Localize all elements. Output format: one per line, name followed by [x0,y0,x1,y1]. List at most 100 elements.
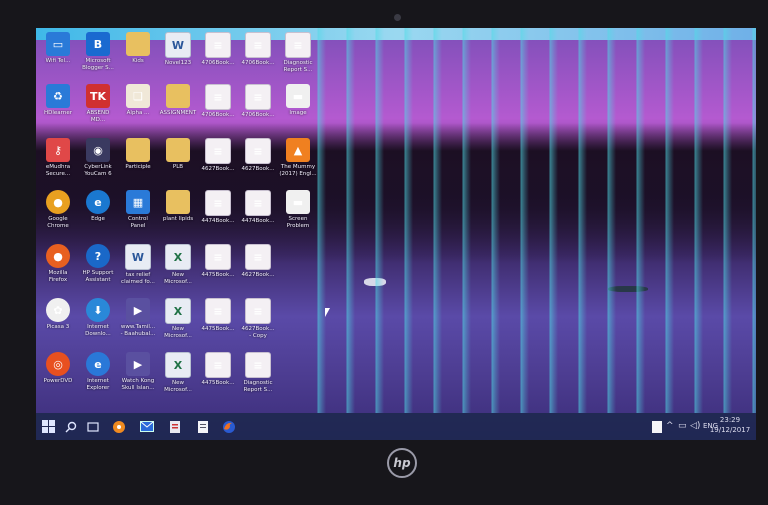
powerdvd-icon: ◎ [46,352,70,376]
volume-icon[interactable]: ◁) [690,421,700,431]
desktop-icon[interactable]: ≡ 4627Book... [196,138,240,193]
desktop-icon[interactable]: ≡ 4706Book... [196,84,240,139]
desktop-icon[interactable]: ◎ PowerDVD [36,352,80,407]
desktop-icon[interactable]: TK ABSEND MD... [76,84,120,139]
desktop-icon[interactable]: e Edge [76,190,120,245]
windows-icon[interactable] [40,418,57,435]
chevron-up-icon[interactable]: ^ [666,421,674,431]
desktop-icon[interactable]: ❑ Alpha ... [116,84,160,139]
desktop-icon[interactable]: ⬇ Internet Downlo... [76,298,120,353]
firefox-icon[interactable] [220,418,237,435]
network-icon[interactable]: ▭ [678,421,687,431]
desktop-icon[interactable]: ≡ 4627Book... [236,244,280,299]
document-icon: ≡ [245,298,271,324]
desktop-icon-label: New Microsof... [164,272,192,285]
desktop-icon[interactable]: ▦ Control Panel [116,190,160,245]
notification-app-icon[interactable] [648,418,665,435]
desktop-icon[interactable]: X New Microsof... [156,352,200,407]
desktop-icon[interactable]: PLB [156,138,200,193]
document-icon: ≡ [245,138,271,164]
desktop-icon-label: PowerDVD [43,378,73,384]
document-icon: ≡ [205,84,231,110]
desktop-icon-label: Screen Problem [286,216,310,229]
desktop-icon[interactable]: ≡ Diagnostic Report S... [236,352,280,407]
desktop-icon-label: CyberLink YouCam 6 [84,164,112,177]
word-doc-icon: W [165,32,191,58]
desktop-icon-label: eMudhra Secure... [45,164,71,177]
folder-icon [166,84,190,108]
desktop-icon-label: Wifi Tel... [45,58,71,64]
control-panel-icon: ▦ [126,190,150,214]
desktop-icon[interactable]: ≡ 4706Book... [236,84,280,139]
desktop-icon[interactable]: ≡ 4627Book... - Copy [236,298,280,353]
desktop-icon-label: Alpha ... [126,110,150,116]
desktop-icon[interactable]: ● Google Chrome [36,190,80,245]
desktop-icon[interactable]: ASSIGNMENT [156,84,200,139]
desktop-icon[interactable]: e Internet Explorer [76,352,120,407]
desktop-icon[interactable]: X New Microsof... [156,244,200,299]
desktop-icon[interactable]: Kids [116,32,160,87]
desktop-icon-label: Microsoft Blogger S... [82,58,114,71]
desktop-icon[interactable]: ≡ 4475Book... [196,298,240,353]
desktop-icon[interactable]: ▭ Wifi Tel... [36,32,80,87]
idm-icon: ⬇ [86,298,110,322]
desktop-icon[interactable]: W Novel123 [156,32,200,87]
desktop-icon[interactable]: ▬ Screen Problem [276,190,320,245]
desktop-icon[interactable]: ▬ Image [276,84,320,139]
desktop-icon[interactable]: ≡ Diagnostic Report S... [276,32,320,87]
desktop-icon[interactable]: B Microsoft Blogger S... [76,32,120,87]
key-icon: ⚷ [46,138,70,162]
desktop-icon[interactable]: ≡ 4627Book... [236,138,280,193]
image-icon: ▬ [286,190,310,214]
desktop-icon[interactable]: ✿ Picasa 3 [36,298,80,353]
desktop-icon[interactable]: ▶ Watch Kong Skull Islan... [116,352,160,407]
document-icon: ≡ [245,84,271,110]
desktop-icon[interactable]: ◉ CyberLink YouCam 6 [76,138,120,193]
desktop-icon[interactable]: ▲ The Mummy (2017) Engl... [276,138,320,193]
document-icon: ≡ [205,244,231,270]
desktop-icon-label: Kids [132,58,144,64]
document-icon: ≡ [205,298,231,324]
desktop-icon-label: Watch Kong Skull Islan... [121,378,155,391]
desktop-icon[interactable]: ≡ 4474Book... [236,190,280,245]
desktop-icon[interactable]: ≡ 4475Book... [196,352,240,407]
desktop-icon-label: Edge [91,216,105,222]
task-view-icon[interactable] [84,418,101,435]
image-icon: ▬ [286,84,310,108]
media-player-icon[interactable] [110,418,127,435]
desktop-icon[interactable]: ≡ 4706Book... [236,32,280,87]
desktop-icon[interactable]: X New Microsof... [156,298,200,353]
document-icon: ≡ [285,32,311,58]
desktop-icon-label: PLB [172,164,184,170]
desktop-icon[interactable]: ≡ 4706Book... [196,32,240,87]
desktop-icon[interactable]: ▶ www.Tamil... - Baahubal... [116,298,160,353]
desktop-icon[interactable]: ? HP Support Assistant [76,244,120,299]
desktop-icon[interactable]: ● Mozilla Firefox [36,244,80,299]
desktop-icon-label: New Microsof... [164,380,192,393]
desktop-icon-label: Novel123 [164,60,192,66]
desktop-icon-label: 4627Book... - Copy [241,326,275,339]
document-icon: ≡ [245,352,271,378]
desktop-icon[interactable]: plant lipids [156,190,200,245]
desktop-icon[interactable]: ≡ 4474Book... [196,190,240,245]
document-icon: ≡ [245,32,271,58]
desktop-icon[interactable]: Wtax relief claimed fo... [116,244,160,299]
document-icon: ≡ [205,138,231,164]
desktop-icon-label: 4706Book... [201,112,235,118]
mail-icon[interactable] [138,418,155,435]
desktop-icon[interactable]: ≡ 4475Book... [196,244,240,299]
folder-icon [126,32,150,56]
hp-logo: hp [387,448,417,478]
search-icon[interactable] [62,418,79,435]
desktop-icon[interactable]: ⚷ eMudhra Secure... [36,138,80,193]
book-icon: ❑ [126,84,150,108]
desktop-icon-label: 4474Book... [241,218,275,224]
desktop-icon-label: The Mummy (2017) Engl... [279,164,317,177]
desktop-icon-label: tax relief claimed fo... [121,272,155,285]
office-icon[interactable] [166,418,183,435]
desktop-icon[interactable]: Participle [116,138,160,193]
screen: ▭ Wifi Tel... B Microsoft Blogger S... Kids W… [36,28,756,440]
document-icon[interactable] [194,418,211,435]
system-clock[interactable]: 23:29 19/12/2017 [708,415,752,435]
desktop-icon[interactable]: ♻ HDlearner [36,84,80,139]
